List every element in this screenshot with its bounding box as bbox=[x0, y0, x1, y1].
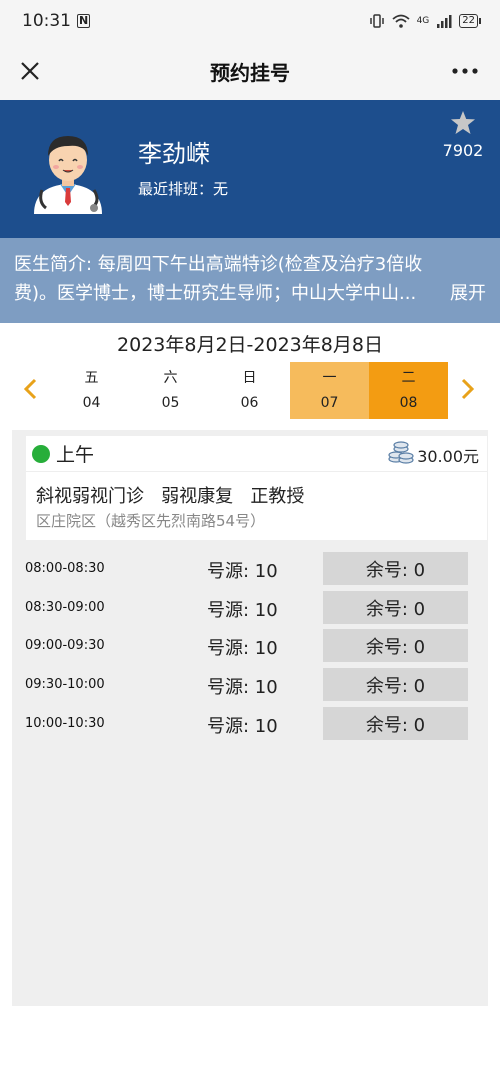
more-icon bbox=[452, 68, 478, 74]
session-card: 上午 30.00元 斜视弱视门诊 弱视康复 正教授 区庄院区（越秀区先烈南路54… bbox=[26, 436, 487, 540]
slot-source: 号源: 10 bbox=[207, 600, 278, 621]
prev-week-button[interactable] bbox=[20, 374, 40, 404]
network-label: 4G bbox=[416, 16, 430, 26]
favorite-count: 7902 bbox=[442, 141, 484, 160]
day-mon[interactable]: 一 07 bbox=[290, 362, 369, 419]
battery-icon: 22 bbox=[459, 14, 481, 28]
chevron-left-icon bbox=[23, 378, 37, 400]
schedule-panel: 上午 30.00元 斜视弱视门诊 弱视康复 正教授 区庄院区（越秀区先烈南路54… bbox=[12, 430, 488, 1006]
status-time: 10:31 bbox=[22, 11, 71, 31]
time-slot: 09:30-10:00 号源: 10 余号: 0 bbox=[12, 668, 488, 702]
session-period: 上午 bbox=[56, 444, 95, 466]
day-sat[interactable]: 六 05 bbox=[131, 362, 210, 419]
star-icon bbox=[451, 111, 475, 134]
expand-link[interactable]: 展开 bbox=[450, 279, 486, 308]
slot-remain-button[interactable]: 余号: 0 bbox=[323, 591, 468, 624]
more-button[interactable] bbox=[448, 55, 482, 87]
day-date: 04 bbox=[82, 395, 101, 411]
intro-line-2: 费)。医学博士，博士研究生导师；中山大学中山... bbox=[14, 283, 417, 304]
day-weekday: 六 bbox=[163, 370, 178, 386]
day-weekday: 五 bbox=[84, 370, 99, 386]
slot-remain-button[interactable]: 余号: 0 bbox=[323, 707, 468, 740]
next-week-button[interactable] bbox=[458, 374, 478, 404]
time-slot: 09:00-09:30 号源: 10 余号: 0 bbox=[12, 629, 488, 663]
slot-remain-button[interactable]: 余号: 0 bbox=[323, 629, 468, 662]
coins-icon bbox=[388, 441, 414, 464]
day-sun[interactable]: 日 06 bbox=[210, 362, 289, 419]
day-fri[interactable]: 五 04 bbox=[52, 362, 131, 419]
week-selector: 五 04 六 05 日 06 一 07 二 08 bbox=[0, 362, 500, 419]
session-header: 上午 30.00元 bbox=[26, 436, 487, 472]
slot-remain-button[interactable]: 余号: 0 bbox=[323, 552, 468, 585]
day-weekday: 一 bbox=[322, 370, 337, 386]
slot-time: 08:00-08:30 bbox=[25, 561, 105, 576]
day-date: 05 bbox=[161, 395, 180, 411]
slot-remain-button[interactable]: 余号: 0 bbox=[323, 668, 468, 701]
time-slot: 10:00-10:30 号源: 10 余号: 0 bbox=[12, 707, 488, 741]
wifi-icon bbox=[391, 14, 410, 28]
slot-time: 10:00-10:30 bbox=[25, 716, 105, 731]
date-range: 2023年8月2日-2023年8月8日 bbox=[117, 334, 383, 356]
day-date: 07 bbox=[320, 395, 339, 411]
intro-line-1: 医生简介: 每周四下午出高端特诊(检查及治疗3倍收 bbox=[14, 254, 423, 275]
doctor-intro: 医生简介: 每周四下午出高端特诊(检查及治疗3倍收 费)。医学博士，博士研究生导… bbox=[0, 238, 500, 323]
session-price: 30.00元 bbox=[417, 447, 479, 466]
day-weekday: 二 bbox=[401, 370, 416, 386]
department-info: 斜视弱视门诊 弱视康复 正教授 bbox=[36, 486, 305, 507]
slot-time: 08:30-09:00 bbox=[25, 600, 105, 615]
page-title: 预约挂号 bbox=[210, 60, 290, 85]
doctor-avatar bbox=[34, 136, 102, 214]
day-weekday: 日 bbox=[242, 370, 257, 386]
doctor-card: 李劲嵘 最近排班：无 7902 bbox=[0, 100, 500, 238]
available-dot-icon bbox=[32, 445, 50, 463]
slot-source: 号源: 10 bbox=[207, 677, 278, 698]
status-bar: 10:31 N 4G 22 bbox=[0, 0, 500, 42]
title-bar: 预约挂号 bbox=[0, 42, 500, 100]
day-date: 06 bbox=[240, 395, 259, 411]
slot-time: 09:30-10:00 bbox=[25, 677, 105, 692]
slot-source: 号源: 10 bbox=[207, 638, 278, 659]
doctor-name: 李劲嵘 bbox=[138, 140, 210, 168]
nfc-icon: N bbox=[77, 14, 91, 28]
recent-schedule: 最近排班：无 bbox=[138, 180, 229, 198]
signal-icon bbox=[437, 15, 452, 28]
status-icons: 4G 22 bbox=[369, 14, 481, 28]
time-slot: 08:30-09:00 号源: 10 余号: 0 bbox=[12, 591, 488, 625]
time-slot: 08:00-08:30 号源: 10 余号: 0 bbox=[12, 552, 488, 586]
clinic-address: 区庄院区（越秀区先烈南路54号） bbox=[36, 512, 266, 530]
close-icon bbox=[21, 62, 39, 80]
slot-source: 号源: 10 bbox=[207, 716, 278, 737]
close-button[interactable] bbox=[14, 55, 46, 87]
favorite-button[interactable]: 7902 bbox=[438, 110, 488, 160]
vibrate-icon bbox=[369, 14, 384, 28]
day-tue-selected[interactable]: 二 08 bbox=[369, 362, 448, 419]
day-date: 08 bbox=[399, 395, 418, 411]
slot-source: 号源: 10 bbox=[207, 561, 278, 582]
chevron-right-icon bbox=[461, 378, 475, 400]
slot-time: 09:00-09:30 bbox=[25, 638, 105, 653]
